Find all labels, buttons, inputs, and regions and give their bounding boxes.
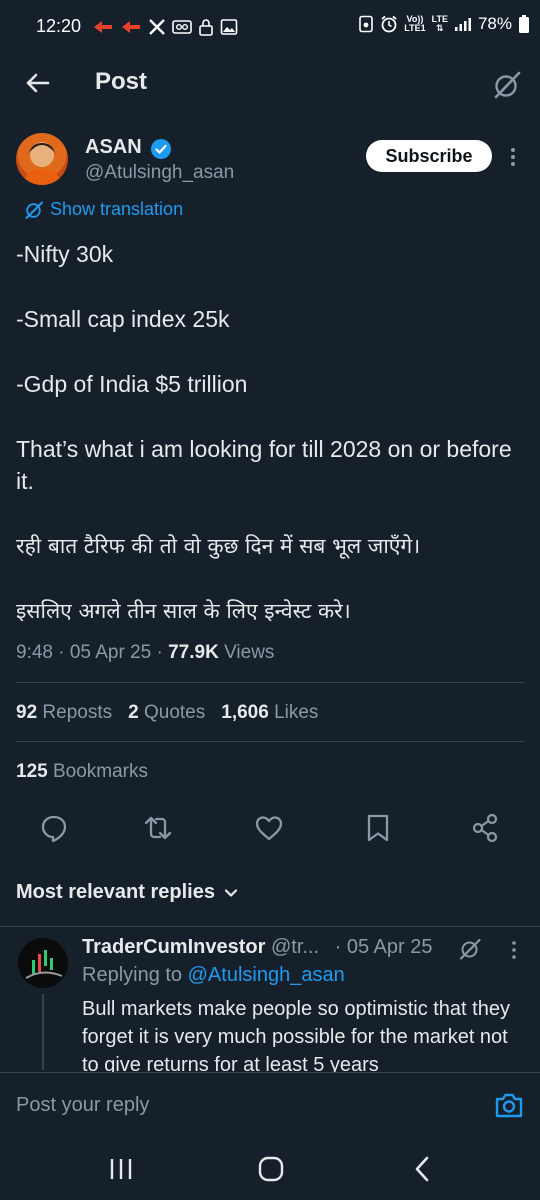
status-system-icons: Vo)) LTE1 LTE ⇅ 78% xyxy=(358,14,530,34)
likes-stat[interactable]: 1,606 Likes xyxy=(221,702,318,724)
divider xyxy=(0,926,540,927)
post-line: -Nifty 30k xyxy=(16,241,114,267)
x-logo-icon xyxy=(149,19,165,35)
reply-author-handle[interactable]: @tr... xyxy=(271,936,319,958)
post-timestamp: 9:48 · 05 Apr 25 · xyxy=(16,642,169,663)
data-saver-icon xyxy=(359,15,374,33)
author-handle[interactable]: @Atulsingh_asan xyxy=(85,162,234,184)
verified-badge-icon xyxy=(151,139,171,159)
grok-translate-icon xyxy=(25,201,43,219)
grok-icon[interactable] xyxy=(458,937,482,961)
views-count[interactable]: 77.9K xyxy=(168,642,219,663)
replies-sort-label: Most relevant replies xyxy=(16,881,215,903)
avatar-image xyxy=(22,143,62,185)
post-line: रही बात टैरिफ की तो वो कुछ दिन में सब भू… xyxy=(16,534,421,558)
reposts-stat[interactable]: 92 Reposts xyxy=(16,702,112,724)
volte-indicator: Vo)) LTE1 xyxy=(404,14,426,33)
back-arrow-icon[interactable] xyxy=(22,68,52,98)
status-notification-icons xyxy=(92,15,238,39)
subscribe-button[interactable]: Subscribe xyxy=(366,140,492,172)
replying-to: Replying to @Atulsingh_asan xyxy=(82,964,345,986)
post-line: That’s what i am looking for till 2028 o… xyxy=(16,436,512,494)
like-icon[interactable] xyxy=(253,812,285,844)
engagement-stats: 92 Reposts 2 Quotes 1,606 Likes xyxy=(16,702,318,724)
post-line: -Small cap index 25k xyxy=(16,306,230,332)
divider xyxy=(16,682,524,683)
lte-indicator: LTE ⇅ xyxy=(431,14,448,33)
reply-header: TraderCumInvestor @tr... · 05 Apr 25 xyxy=(82,936,432,959)
battery-percent: 78% xyxy=(477,14,512,33)
alarm-icon xyxy=(381,15,397,33)
post-text: -Nifty 30k -Small cap index 25k -Gdp of … xyxy=(16,238,521,660)
status-bar: 12:20 Vo)) LTE1 LTE ⇅ 78% xyxy=(0,0,540,56)
replying-to-handle[interactable]: @Atulsingh_asan xyxy=(188,964,345,986)
divider xyxy=(16,741,524,742)
reply-input[interactable] xyxy=(16,1089,456,1121)
replies-sort-dropdown[interactable]: Most relevant replies xyxy=(16,881,239,904)
reply-more-options-icon[interactable] xyxy=(507,940,521,960)
avatar-image xyxy=(25,950,63,979)
recent-apps-icon[interactable] xyxy=(104,1152,138,1186)
repost-icon[interactable] xyxy=(142,812,174,844)
post-meta: 9:48 · 05 Apr 25 · 77.9K Views xyxy=(16,642,274,664)
reply-icon[interactable] xyxy=(38,812,70,844)
reply-date: · 05 Apr 25 xyxy=(334,936,433,958)
more-options-icon[interactable] xyxy=(505,146,521,168)
bookmark-icon[interactable] xyxy=(362,812,394,844)
reply-author-name[interactable]: TraderCumInvestor xyxy=(82,936,265,958)
author-avatar[interactable] xyxy=(16,133,68,185)
battery-icon xyxy=(519,15,529,33)
system-navigation-bar xyxy=(0,1138,540,1200)
post-line: इसलिए अगले तीन साल के लिए इन्वेस्ट करे। xyxy=(16,599,351,623)
app-notification-icon xyxy=(94,21,112,33)
home-icon[interactable] xyxy=(254,1152,288,1186)
lock-icon xyxy=(199,19,213,36)
author-name[interactable]: ASAN xyxy=(85,136,142,159)
reply-composer xyxy=(0,1072,540,1137)
page-title: Post xyxy=(95,68,148,95)
image-icon xyxy=(220,19,238,35)
reply-text: Bull markets make people so optimistic t… xyxy=(82,998,510,1076)
voicemail-icon xyxy=(172,20,192,34)
reply-author-avatar[interactable] xyxy=(18,938,68,988)
share-icon[interactable] xyxy=(469,812,501,844)
post-action-bar xyxy=(0,812,540,852)
app-notification-icon xyxy=(122,21,140,33)
camera-icon[interactable] xyxy=(494,1091,524,1119)
bookmarks-stat[interactable]: 125 Bookmarks xyxy=(16,761,148,783)
post-line: -Gdp of India $5 trillion xyxy=(16,371,248,397)
top-app-bar: Post xyxy=(0,56,540,112)
back-nav-icon[interactable] xyxy=(406,1152,440,1186)
thread-line xyxy=(42,994,44,1070)
grok-icon[interactable] xyxy=(492,70,522,100)
show-translation-label: Show translation xyxy=(50,199,184,219)
status-time: 12:20 xyxy=(36,16,82,36)
quotes-stat[interactable]: 2 Quotes xyxy=(128,702,205,724)
views-label: Views xyxy=(218,642,275,663)
chevron-down-icon xyxy=(224,888,238,897)
signal-icon xyxy=(454,18,471,31)
show-translation-link[interactable]: Show translation xyxy=(24,199,183,220)
